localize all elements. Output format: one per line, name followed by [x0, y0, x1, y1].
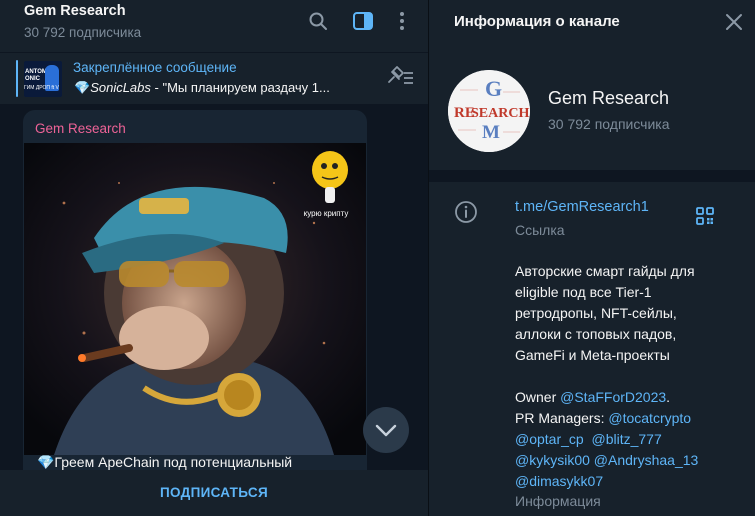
info-title: Информация о канале [454, 13, 620, 30]
channel-link[interactable]: t.me/GemResearch1 [515, 199, 649, 215]
sidebar-toggle-icon[interactable] [352, 10, 374, 32]
pinned-thumb-caption: ГИМ ДРОП ft V [24, 85, 59, 91]
manager-mention[interactable]: @kykysik00 [515, 452, 590, 468]
channel-avatar[interactable]: G RE SEARCH M [448, 70, 530, 152]
description-contacts: Owner @StaFForD2023. PR Managers: @tocat… [515, 389, 699, 489]
manager-mention[interactable]: @Andryshaa_13 [594, 452, 699, 468]
channel-name: Gem Research [548, 88, 670, 108]
svg-text:M: M [482, 122, 500, 143]
chevron-down-icon [375, 424, 397, 437]
pinned-indicator [16, 60, 18, 97]
pinned-message-bar[interactable]: ANTOM ONIC ГИМ ДРОП ft V Закреплённое соо… [0, 53, 428, 104]
pinned-thumbnail: ANTOM ONIC ГИМ ДРОП ft V [24, 61, 62, 97]
message-photo[interactable]: курю крипту [24, 143, 366, 455]
svg-text:G: G [485, 76, 502, 101]
ape-illustration: курю крипту [24, 143, 366, 455]
channel-subscribers: 30 792 подписчика [548, 116, 670, 132]
sticker-caption: курю крипту [304, 209, 349, 218]
owner-mention[interactable]: @StaFForD2023 [560, 389, 666, 405]
more-vertical-icon[interactable] [391, 10, 413, 32]
svg-text:SEARCH: SEARCH [471, 106, 529, 121]
chat-header[interactable]: Gem Research 30 792 подписчика [0, 0, 428, 52]
manager-mention[interactable]: @optar_cp [515, 431, 584, 447]
subscribe-bar: ПОДПИСАТЬСЯ [0, 470, 428, 516]
scroll-down-button[interactable] [363, 407, 409, 453]
unpin-list-icon[interactable] [385, 65, 415, 87]
search-icon[interactable] [307, 10, 329, 32]
gem-research-logo: G RE SEARCH M [448, 70, 530, 152]
channel-description: Авторские смарт гайды для eligible под в… [515, 261, 745, 492]
chat-subscriber-count: 30 792 подписчика [24, 25, 142, 40]
qr-code-icon[interactable] [695, 206, 715, 226]
chat-pane: Gem Research 30 792 подписчика ANTOM ONIC… [0, 0, 428, 516]
chat-title[interactable]: Gem Research [24, 3, 126, 19]
description-text: Авторские смарт гайды для eligible под в… [515, 263, 695, 363]
pinned-label: Закреплённое сообщение [73, 60, 237, 75]
manager-mention[interactable]: @tocatcrypto [608, 410, 691, 426]
pinned-preview: 💎SonicLabs - "Мы планируем раздачу 1... [74, 80, 330, 95]
manager-mention[interactable]: @dimasykk07 [515, 473, 603, 489]
subscribe-button[interactable]: ПОДПИСАТЬСЯ [0, 470, 428, 516]
channel-info-pane: Информация о канале G RE SEARCH M Gem Re… [429, 0, 755, 516]
manager-mention[interactable]: @blitz_777 [591, 431, 661, 447]
link-caption: Ссылка [515, 222, 565, 238]
section-separator [429, 170, 755, 182]
info-icon [455, 201, 477, 223]
message-caption: 💎Греем ApeChain под потенциальный [37, 454, 293, 470]
message-bubble[interactable]: Gem Research курю крипту 💎Греем ApeChain… [23, 110, 367, 470]
message-author[interactable]: Gem Research [35, 121, 126, 136]
close-icon[interactable] [725, 13, 743, 31]
pinned-thumb-text: ANTOM ONIC [25, 69, 47, 82]
description-caption: Информация [515, 493, 601, 509]
